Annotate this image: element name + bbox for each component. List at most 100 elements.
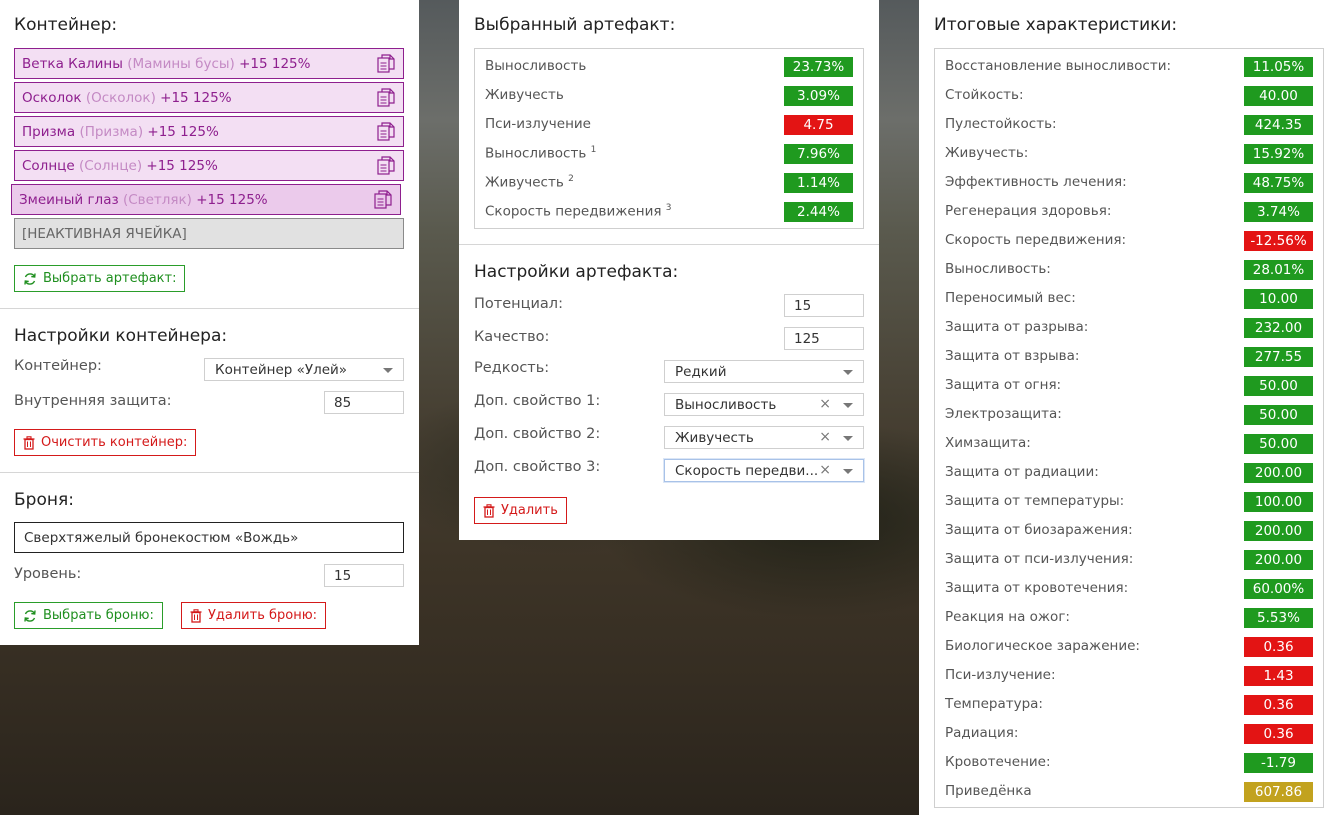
select-artifact-button[interactable]: Выбрать артефакт: <box>14 265 186 292</box>
stat-value: 424.35 <box>1244 115 1313 135</box>
delete-artifact-label: Удалить <box>501 503 558 518</box>
divider <box>0 308 419 309</box>
chevron-down-icon <box>843 436 853 441</box>
stat-value: 50.00 <box>1244 376 1313 396</box>
chevron-down-icon <box>843 469 853 474</box>
artifact-stat-row: Выносливость 1 7.96% <box>475 140 863 169</box>
container-slot[interactable]: Змеиный глаз (Светляк) +15 125% <box>11 184 401 215</box>
stat-value: 7.96% <box>784 144 853 164</box>
stat-name-text: Живучесть <box>485 174 564 191</box>
container-slot[interactable]: Солнце (Солнце) +15 125% <box>14 150 404 181</box>
stat-value: 0.36 <box>1244 695 1313 715</box>
clear-icon[interactable]: × <box>819 396 831 412</box>
stat-value: 50.00 <box>1244 405 1313 425</box>
total-stat-row: Скорость передвижения: -12.56% <box>935 227 1323 256</box>
stat-value: 200.00 <box>1244 550 1313 570</box>
select-armor-label: Выбрать броню: <box>43 608 154 623</box>
delete-armor-button[interactable]: Удалить броню: <box>181 602 327 629</box>
stat-name: Восстановление выносливости: <box>945 58 1172 74</box>
stat-value: 28.01% <box>1244 260 1313 280</box>
select-artifact-label: Выбрать артефакт: <box>43 271 177 286</box>
stat-name: Защита от огня: <box>945 377 1062 393</box>
copy-icon[interactable] <box>374 190 392 210</box>
delete-artifact-button[interactable]: Удалить <box>474 497 567 524</box>
stat-value: 48.75% <box>1244 173 1313 193</box>
stat-name: Выносливость <box>485 58 586 74</box>
chevron-down-icon <box>843 370 853 375</box>
slot-bonus: +15 125% <box>147 123 219 140</box>
container-slot[interactable]: Осколок (Осколок) +15 125% <box>14 82 404 113</box>
slot-subname: (Светляк) <box>122 191 192 208</box>
totals-stats-box: Восстановление выносливости: 11.05% Стойко… <box>934 48 1324 808</box>
stat-value: 232.00 <box>1244 318 1313 338</box>
stat-value: 200.00 <box>1244 463 1313 483</box>
stat-value: 277.55 <box>1244 347 1313 367</box>
stat-name: Скорость передвижения: <box>945 232 1127 248</box>
clear-icon[interactable]: × <box>819 429 831 445</box>
container-slot[interactable]: Призма (Призма) +15 125% <box>14 116 404 147</box>
stat-name: Регенерация здоровья: <box>945 203 1112 219</box>
stat-name: Реакция на ожог: <box>945 609 1070 625</box>
total-stat-row: Эффективность лечения: 48.75% <box>935 169 1323 198</box>
clear-container-label: Очистить контейнер: <box>41 435 188 450</box>
stat-name: Химзащита: <box>945 435 1031 451</box>
potential-input[interactable]: 15 <box>784 294 864 317</box>
container-settings-title: Настройки контейнера: <box>14 326 228 346</box>
stat-value: 60.00% <box>1244 579 1313 599</box>
stat-value: 3.09% <box>784 86 853 106</box>
total-stat-row: Кровотечение: -1.79 <box>935 749 1323 778</box>
stat-value: 2.44% <box>784 202 853 222</box>
stat-name-text: Выносливость <box>485 145 587 162</box>
stat-value: 4.75 <box>784 115 853 135</box>
prop2-select-value: Живучесть <box>675 429 754 446</box>
rarity-select[interactable]: Редкий <box>664 360 864 383</box>
container-slot[interactable]: Ветка Калины (Мамины бусы) +15 125% <box>14 48 404 79</box>
prop3-select[interactable]: Скорость передви... × <box>664 459 864 482</box>
clear-icon[interactable]: × <box>819 462 831 478</box>
prop2-select[interactable]: Живучесть × <box>664 426 864 449</box>
stat-name: Эффективность лечения: <box>945 174 1127 190</box>
rarity-label: Редкость: <box>474 360 550 376</box>
stat-value: 50.00 <box>1244 434 1313 454</box>
level-input[interactable]: 15 <box>324 564 404 587</box>
slot-bonus: +15 125% <box>160 89 232 106</box>
stat-superscript: 2 <box>568 174 574 184</box>
copy-icon[interactable] <box>377 54 395 74</box>
copy-icon[interactable] <box>377 122 395 142</box>
slot-name: Ветка Калины <box>22 55 123 72</box>
level-label: Уровень: <box>14 566 82 582</box>
select-armor-button[interactable]: Выбрать броню: <box>14 602 163 629</box>
artifact-stat-row: Пси-излучение 4.75 <box>475 111 863 140</box>
refresh-icon <box>24 272 36 285</box>
stat-value: 1.43 <box>1244 666 1313 686</box>
stat-name: Защита от взрыва: <box>945 348 1080 364</box>
stat-name: Пси-излучение <box>485 116 591 132</box>
protection-input[interactable]: 85 <box>324 391 404 414</box>
armor-title: Броня: <box>14 490 74 510</box>
stat-superscript: 1 <box>590 145 597 155</box>
right-panel: Итоговые характеристики: Восстановление … <box>919 0 1330 815</box>
stat-name: Биологическое заражение: <box>945 638 1140 654</box>
artifact-stats-box: Выносливость 23.73% Живучесть 3.09% Пси-излу… <box>474 48 864 229</box>
potential-label: Потенциал: <box>474 296 563 312</box>
chevron-down-icon <box>383 368 393 373</box>
copy-icon[interactable] <box>377 88 395 108</box>
selected-artifact-title: Выбранный артефакт: <box>474 15 676 35</box>
prop3-select-value: Скорость передви... <box>675 462 819 479</box>
stat-name: Переносимый вес: <box>945 290 1076 306</box>
slot-name: Змеиный глаз <box>19 191 119 208</box>
container-label: Контейнер: <box>14 358 102 374</box>
stat-name: Приведёнка <box>945 783 1032 799</box>
prop3-label: Доп. свойство 3: <box>474 459 601 475</box>
stat-value: 607.86 <box>1244 782 1313 802</box>
quality-input[interactable]: 125 <box>784 327 864 350</box>
total-stat-row: Стойкость: 40.00 <box>935 82 1323 111</box>
copy-icon[interactable] <box>377 156 395 176</box>
inactive-slot[interactable]: [НЕАКТИВНАЯ ЯЧЕЙКА] <box>14 218 404 249</box>
stat-name: Живучесть <box>485 87 564 103</box>
armor-name-field[interactable]: Сверхтяжелый бронекостюм «Вождь» <box>14 522 404 553</box>
clear-container-button[interactable]: Очистить контейнер: <box>14 429 197 456</box>
container-select[interactable]: Контейнер «Улей» <box>204 358 404 381</box>
protection-label: Внутренняя защита: <box>14 393 172 409</box>
prop1-select[interactable]: Выносливость × <box>664 393 864 416</box>
